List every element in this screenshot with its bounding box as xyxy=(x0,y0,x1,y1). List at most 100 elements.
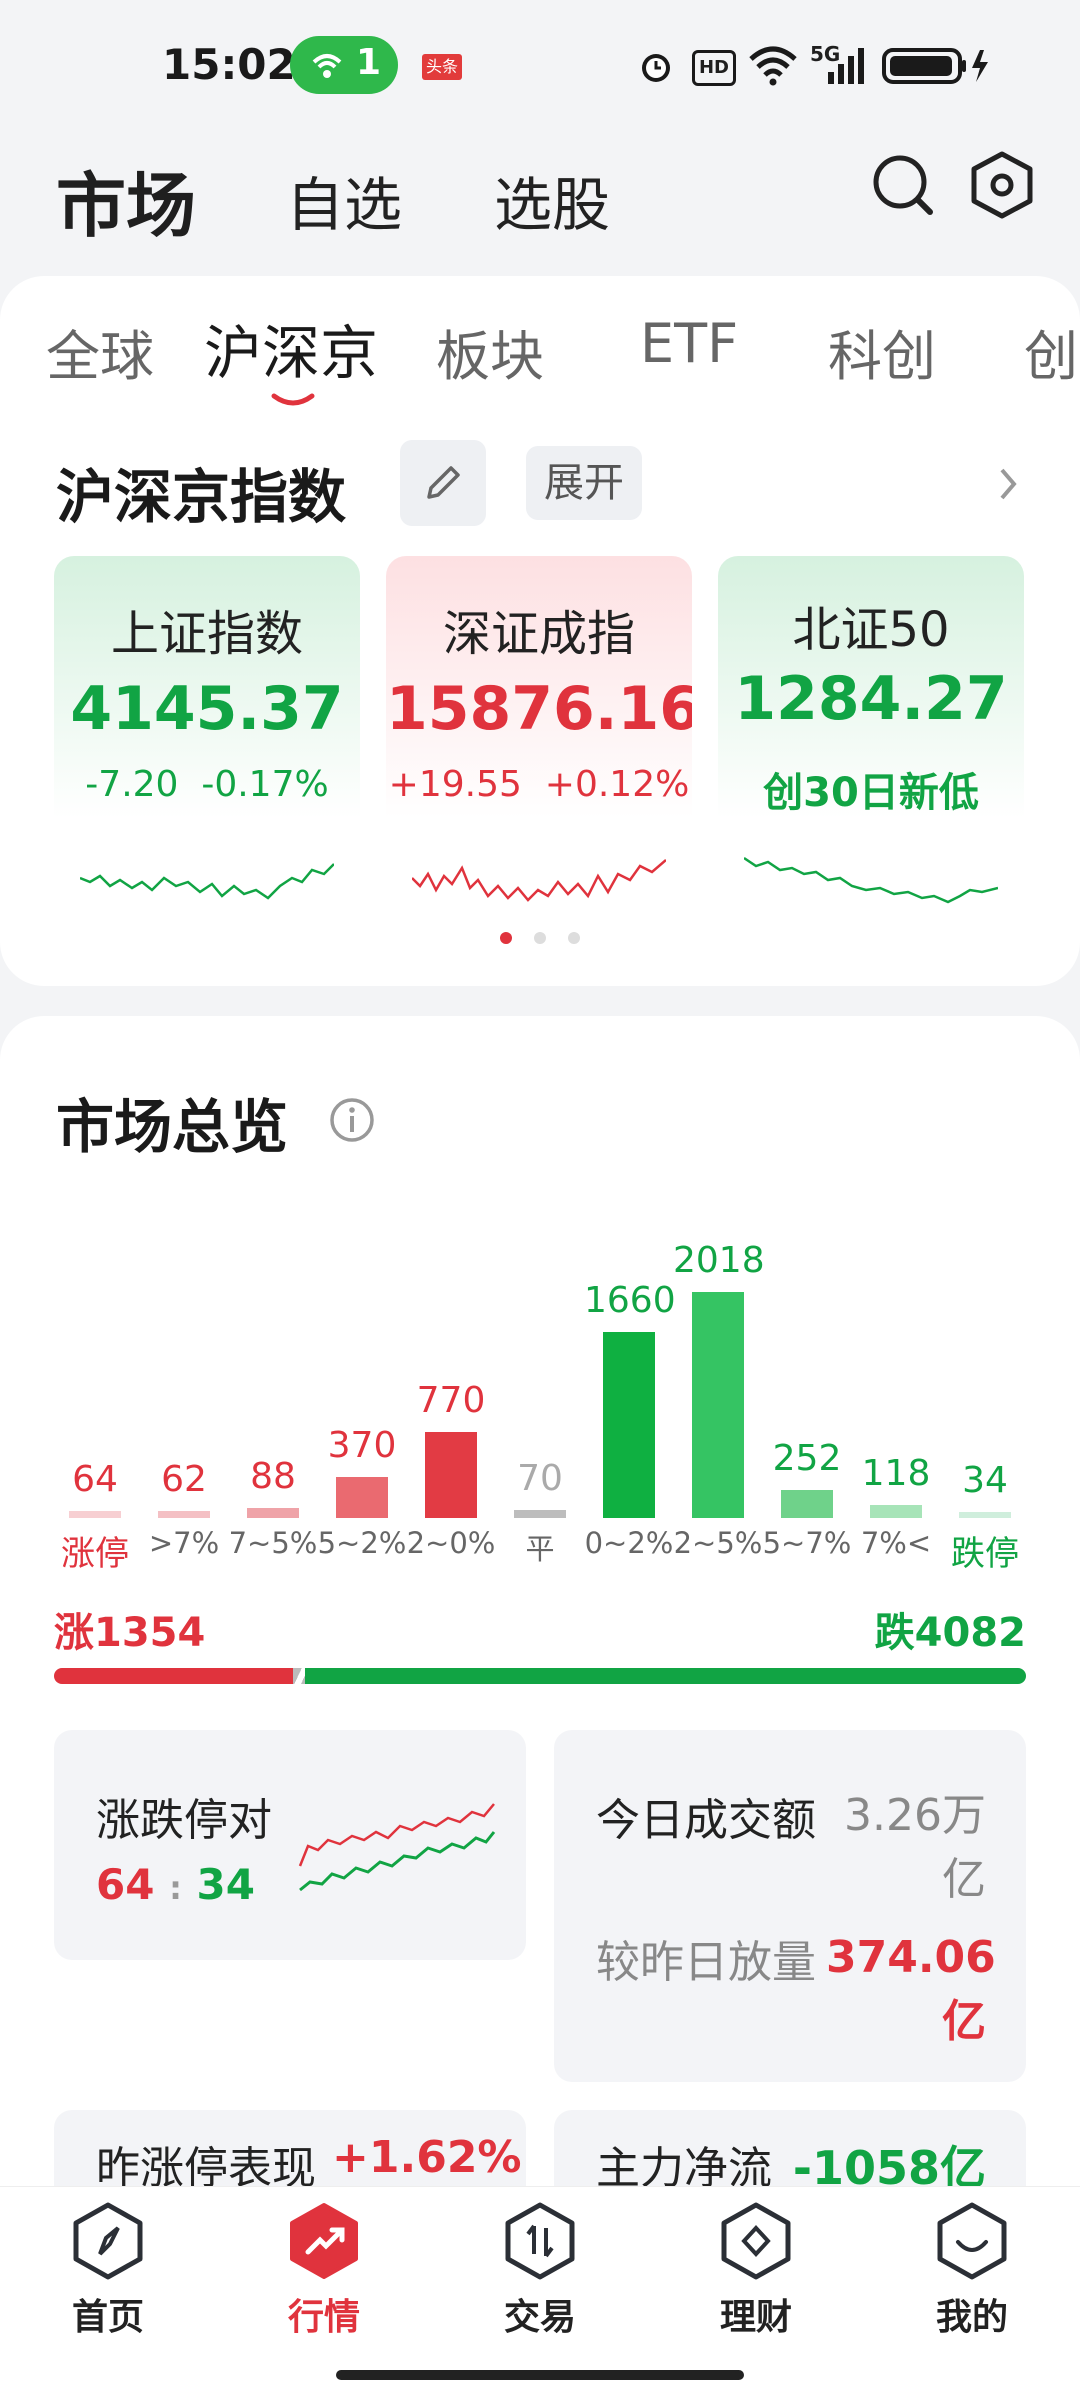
prev-limit-value: +1.62% xyxy=(332,2132,522,2183)
distribution-label: 2~0% xyxy=(406,1526,496,1560)
nav-label: 首页 xyxy=(71,2297,144,2338)
down-total: 跌4082 xyxy=(874,1610,1026,1656)
diamond-icon xyxy=(721,2202,791,2280)
expand-button[interactable]: 展开 xyxy=(526,446,642,520)
ratio-bar-down xyxy=(305,1668,1026,1684)
distribution-bar xyxy=(603,1332,655,1518)
limit-pair-card[interactable]: 涨跌停对 64 : 34 xyxy=(54,1730,526,1960)
index-value: 4145.37 xyxy=(70,674,344,744)
edit-button[interactable] xyxy=(400,440,486,526)
index-change: -7.20 -0.17% xyxy=(54,764,360,805)
nav-label: 我的 xyxy=(935,2297,1008,2338)
wifi-icon xyxy=(749,46,797,86)
index-card-shenzhen[interactable]: 深证成指 15876.16 +19.55 +0.12% xyxy=(386,556,692,906)
distribution-label: 5~2% xyxy=(317,1526,407,1560)
distribution-value: 2018 xyxy=(673,1240,765,1281)
settings-icon[interactable] xyxy=(968,150,1036,220)
hotspot-pill[interactable]: 1 xyxy=(290,36,398,94)
index-card-bse50[interactable]: 北证50 1284.27 创30日新低 xyxy=(718,556,1024,906)
page-title: 市场 xyxy=(56,165,196,247)
status-time: 15:02 xyxy=(162,40,296,89)
index-card-shanghai[interactable]: 上证指数 4145.37 -7.20 -0.17% xyxy=(54,556,360,906)
index-sparkline xyxy=(80,863,334,900)
turnover-value: 3.26万亿 xyxy=(844,1790,986,1905)
limit-pair-title: 涨跌停对 xyxy=(96,1795,272,1846)
distribution-bar xyxy=(959,1512,1011,1518)
distribution-bar xyxy=(781,1489,833,1518)
turnover-compare-label: 较昨日放量 xyxy=(596,1937,816,1988)
index-change-abs: -7.20 xyxy=(85,764,179,805)
distribution-value: 70 xyxy=(517,1458,563,1500)
distribution-label: 7~5% xyxy=(228,1526,318,1560)
limit-up-count: 64 xyxy=(96,1860,155,1909)
distribution-label: 7%< xyxy=(860,1526,932,1560)
tab-hushenjing[interactable]: 沪深京 xyxy=(204,306,378,390)
up-total: 涨1354 xyxy=(54,1610,206,1656)
distribution-label: 平 xyxy=(525,1532,555,1566)
smile-icon xyxy=(937,2202,1007,2280)
turnover-label: 今日成交额 xyxy=(596,1795,816,1846)
index-change-pct: -0.17% xyxy=(201,764,329,805)
distribution-value: 770 xyxy=(416,1379,486,1421)
distribution-value: 118 xyxy=(861,1452,931,1494)
pencil-icon xyxy=(427,466,460,499)
carousel-dot-active[interactable] xyxy=(500,932,512,944)
index-value: 15876.16 xyxy=(386,674,692,744)
index-value: 1284.27 xyxy=(734,664,1008,734)
signal-icon xyxy=(828,48,864,84)
index-section-title: 沪深京指数 xyxy=(56,463,347,531)
distribution-bar xyxy=(336,1476,388,1518)
distribution-bar xyxy=(425,1431,477,1518)
tab-etf[interactable]: ETF xyxy=(640,312,738,375)
distribution-value: 370 xyxy=(327,1424,397,1466)
news-badge: 头条 xyxy=(422,54,462,80)
distribution-value: 34 xyxy=(962,1460,1008,1501)
limit-separator: : xyxy=(169,1869,182,1907)
distribution-bar xyxy=(870,1504,922,1518)
ratio-bar-up xyxy=(54,1668,294,1684)
distribution-value: 88 xyxy=(250,1456,296,1498)
distribution-bar xyxy=(69,1510,121,1518)
status-bar: 15:02 1 头条 HD 5G xyxy=(0,0,1080,130)
turnover-compare-value: 374.06亿 xyxy=(826,1932,996,2047)
tab-global[interactable]: 全球 xyxy=(46,312,154,391)
limit-down-count: 34 xyxy=(196,1860,255,1909)
distribution-bar xyxy=(247,1508,299,1518)
distribution-bar xyxy=(158,1511,210,1518)
index-name: 深证成指 xyxy=(442,606,635,662)
tab-star-market[interactable]: 科创 xyxy=(828,312,936,391)
index-name: 北证50 xyxy=(792,602,950,658)
distribution-bar xyxy=(692,1292,744,1518)
info-icon[interactable] xyxy=(328,1096,376,1144)
nav-label: 理财 xyxy=(719,2297,792,2338)
distribution-label: 0~2% xyxy=(584,1526,674,1560)
tab-sectors[interactable]: 板块 xyxy=(436,312,544,391)
nav-label: 行情 xyxy=(287,2297,360,2338)
overview-title: 市场总览 xyxy=(56,1093,289,1161)
limit-pair-values: 64 : 34 xyxy=(96,1860,255,1909)
distribution-value: 64 xyxy=(72,1458,118,1500)
index-change-abs: +19.55 xyxy=(388,764,522,805)
limit-pair-sparkline xyxy=(298,1803,496,1892)
distribution-label: 5~7% xyxy=(762,1526,852,1560)
battery-icon xyxy=(882,48,988,84)
distribution-label: 涨停 xyxy=(61,1534,129,1574)
tab-chinext[interactable]: 创 xyxy=(1024,312,1078,391)
distribution-label: 2~5% xyxy=(673,1526,763,1560)
exchange-icon xyxy=(505,2202,575,2280)
tab-watchlist[interactable]: 自选 xyxy=(286,158,402,242)
index-sparkline xyxy=(412,859,666,902)
carousel-dot[interactable] xyxy=(534,932,546,944)
home-indicator[interactable] xyxy=(336,2370,744,2380)
distribution-value: 252 xyxy=(772,1437,842,1479)
nav-label: 交易 xyxy=(503,2297,576,2338)
hotspot-count: 1 xyxy=(356,42,382,83)
index-change: +19.55 +0.12% xyxy=(386,764,692,805)
index-note: 创30日新低 xyxy=(763,770,979,816)
chevron-right-icon[interactable] xyxy=(996,466,1020,502)
search-icon[interactable] xyxy=(870,152,936,218)
carousel-dot[interactable] xyxy=(568,932,580,944)
tab-stock-picker[interactable]: 选股 xyxy=(494,158,610,242)
turnover-card[interactable]: 今日成交额 3.26万亿 较昨日放量 374.06亿 xyxy=(554,1730,1026,2082)
up-down-ratio-bar xyxy=(54,1668,1026,1684)
